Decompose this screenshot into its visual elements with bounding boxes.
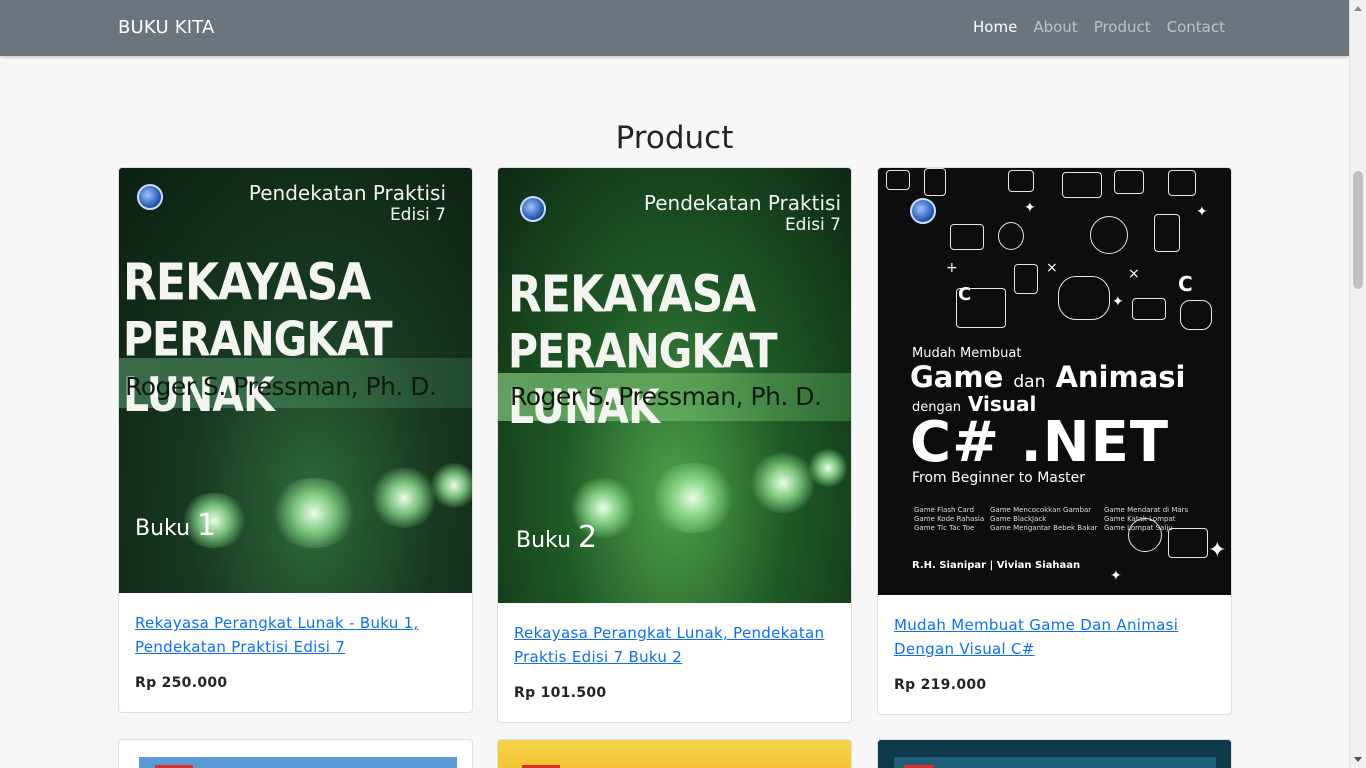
cover-book-label: Buku 1 [135,508,217,543]
scrollbar-thumb[interactable] [1353,171,1363,289]
cover-subtitle: Pendekatan Praktisi [643,191,841,215]
product-price: Rp 219.000 [894,677,987,693]
product-card [118,739,473,768]
nav-links: Home About Product Contact [973,18,1225,36]
publisher-logo-icon [137,184,163,210]
brand-logo[interactable]: BUKU KITA [118,17,215,38]
nav-link-contact[interactable]: Contact [1167,18,1225,36]
scroll-up-arrow-icon[interactable] [1354,6,1362,11]
product-card [497,739,852,768]
product-price: Rp 250.000 [135,675,228,691]
cover-line1: Mudah Membuat [912,346,1022,361]
product-card: Pendekatan Praktisi Edisi 7 REKAYASA PER… [497,167,852,723]
cover-authors: R.H. Sianipar | Vivian Siahaan [912,560,1081,571]
cover-bullets: Game Flash Card Game Mencocokkan Gambar Ga… [914,506,1189,532]
cover-line4: C# .NET [910,410,1170,475]
product-card: Pendekatan Praktisi Edisi 7 REKAYASA PER… [118,167,473,713]
cover-title-line1: REKAYASA [508,265,756,325]
product-title-link[interactable]: Rekayasa Perangkat Lunak, Pendekatan Pra… [514,621,835,669]
book-cover-image[interactable]: Pendekatan Praktisi Edisi 7 REKAYASA PER… [119,168,472,593]
product-title-link[interactable]: Rekayasa Perangkat Lunak - Buku 1, Pende… [135,611,456,659]
cover-book-label: Buku 2 [516,520,598,555]
product-card: ✦ ✦ + × × ✦ ✦ ✦ C C Mudah Membuat Game d… [877,167,1232,715]
product-card [877,739,1232,768]
cover-title-line2: PERANGKAT LUNAK [123,312,393,423]
book-cover-image[interactable]: ✦ ✦ + × × ✦ ✦ ✦ C C Mudah Membuat Game d… [878,168,1231,595]
cover-title-line2: PERANGKAT LUNAK [508,324,778,435]
cover-author: Roger S. Pressman, Ph. D. [125,372,437,401]
book-cover-image[interactable]: Pendekatan Praktisi Edisi 7 REKAYASA PER… [498,168,851,603]
cover-line2: Game dan Animasi [910,360,1186,394]
navbar: BUKU KITA Home About Product Contact [0,0,1349,56]
product-price: Rp 101.500 [514,685,607,701]
page-scrollbar[interactable] [1349,0,1366,768]
section-title: Product [615,120,734,156]
product-title-link[interactable]: Mudah Membuat Game Dan Animasi Dengan Vi… [894,613,1215,661]
cover-edition: Edisi 7 [784,215,841,235]
cover-title-line1: REKAYASA [123,253,371,313]
nav-link-product[interactable]: Product [1094,18,1151,36]
book-cover-image[interactable] [894,757,1216,768]
cover-subtitle: Pendekatan Praktisi [248,181,446,205]
nav-link-about[interactable]: About [1033,18,1077,36]
cover-edition: Edisi 7 [389,205,446,225]
publisher-logo-icon [910,198,936,224]
scroll-down-arrow-icon[interactable] [1354,757,1362,762]
cover-line5: From Beginner to Master [912,470,1086,486]
nav-link-home[interactable]: Home [973,18,1017,36]
cover-author: Roger S. Pressman, Ph. D. [510,382,822,411]
publisher-logo-icon [520,196,546,222]
